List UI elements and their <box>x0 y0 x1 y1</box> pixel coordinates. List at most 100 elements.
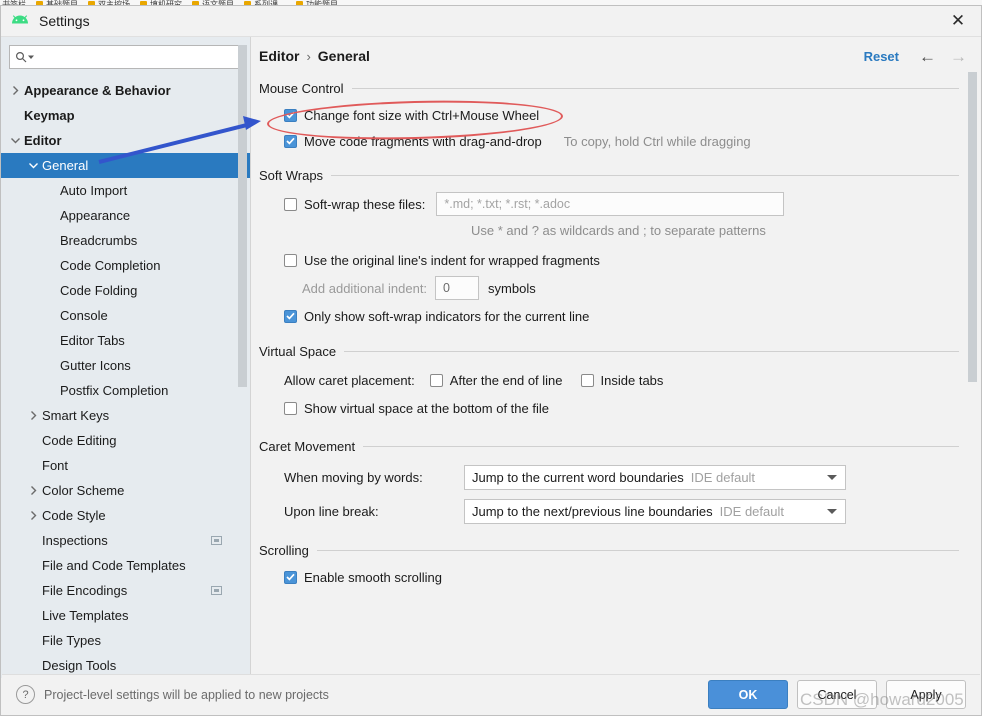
sidebar-item-appearance-behavior[interactable]: Appearance & Behavior <box>1 78 250 103</box>
checkbox-change-font-size[interactable] <box>284 108 297 122</box>
sidebar-item-font[interactable]: Font <box>1 453 250 478</box>
row-upon-line-break: Upon line break: Jump to the next/previo… <box>259 494 959 528</box>
sidebar-item-postfix-completion[interactable]: Postfix Completion <box>1 378 250 403</box>
sidebar-item-editor[interactable]: Editor <box>1 128 250 153</box>
settings-content: Mouse Control Change font size with Ctrl… <box>251 81 981 590</box>
sidebar-item-console[interactable]: Console <box>1 303 250 328</box>
sidebar-item-gutter-icons[interactable]: Gutter Icons <box>1 353 250 378</box>
reset-link[interactable]: Reset <box>864 49 899 64</box>
chevron-down-icon[interactable] <box>27 159 40 172</box>
sidebar-item-label: Editor <box>24 133 62 148</box>
sidebar-item-file-encodings[interactable]: File Encodings <box>1 578 250 603</box>
row-only-show-indicators[interactable]: Only show soft-wrap indicators for the c… <box>259 303 959 329</box>
checkbox-only-show-indicators[interactable] <box>284 309 297 323</box>
sidebar-item-code-style[interactable]: Code Style <box>1 503 250 528</box>
sidebar-item-label: Code Editing <box>42 433 117 448</box>
dialog-footer: ? Project-level settings will be applied… <box>2 674 980 714</box>
chevron-right-icon[interactable] <box>27 509 40 522</box>
back-arrow-icon[interactable]: ← <box>919 48 936 65</box>
sidebar-item-editor-tabs[interactable]: Editor Tabs <box>1 328 250 353</box>
help-icon[interactable]: ? <box>16 685 35 704</box>
dropdown-value: Jump to the next/previous line boundarie… <box>472 503 713 519</box>
row-soft-wrap-files[interactable]: Soft-wrap these files: *.md; *.txt; *.rs… <box>259 189 959 219</box>
detail-scrollbar-thumb[interactable] <box>968 72 977 382</box>
sidebar-item-label: Live Templates <box>42 608 129 623</box>
ok-button[interactable]: OK <box>708 680 788 709</box>
search-box[interactable] <box>9 45 242 69</box>
checkbox-after-end-of-line[interactable] <box>429 373 443 387</box>
android-studio-icon <box>11 14 29 28</box>
row-original-indent[interactable]: Use the original line's indent for wrapp… <box>259 247 959 273</box>
sidebar-item-label: File Types <box>42 633 102 648</box>
add-indent-input[interactable]: 0 <box>435 276 480 300</box>
sidebar-item-breadcrumbs[interactable]: Breadcrumbs <box>1 228 250 253</box>
checkbox-inside-tabs[interactable] <box>580 373 594 387</box>
breadcrumb-editor[interactable]: Editor <box>259 48 299 64</box>
sidebar-item-smart-keys[interactable]: Smart Keys <box>1 403 250 428</box>
sidebar-scrollbar-thumb[interactable] <box>238 45 247 387</box>
row-add-indent[interactable]: Add additional indent: 0 symbols <box>259 273 959 303</box>
sidebar-item-keymap[interactable]: Keymap <box>1 103 250 128</box>
sidebar-item-color-scheme[interactable]: Color Scheme <box>1 478 250 503</box>
row-smooth-scrolling[interactable]: Enable smooth scrolling <box>259 564 959 590</box>
sidebar-item-live-templates[interactable]: Live Templates <box>1 603 250 628</box>
sidebar-item-label: Font <box>42 458 69 473</box>
sidebar-item-inspections[interactable]: Inspections <box>1 528 250 553</box>
footer-note: Project-level settings will be applied t… <box>44 687 329 702</box>
sidebar-item-label: General <box>42 158 89 173</box>
settings-detail-pane: Editor › General Reset ← → Mouse Control <box>251 37 981 678</box>
checkbox-original-indent[interactable] <box>284 253 297 267</box>
sidebar-item-auto-import[interactable]: Auto Import <box>1 178 250 203</box>
checkbox-smooth-scrolling[interactable] <box>284 570 297 584</box>
label-add-indent: Add additional indent: <box>302 280 428 296</box>
checkbox-soft-wrap-files[interactable] <box>284 197 297 211</box>
row-change-font-size[interactable]: Change font size with Ctrl+Mouse Wheel <box>259 102 959 128</box>
dropdown-upon-line-break[interactable]: Jump to the next/previous line boundarie… <box>464 498 846 524</box>
apply-button[interactable]: Apply <box>886 680 966 709</box>
sidebar-item-label: Keymap <box>24 108 75 123</box>
cancel-button[interactable]: Cancel <box>797 680 877 709</box>
chevron-right-icon[interactable] <box>9 84 22 97</box>
label-soft-wrap-files: Soft-wrap these files: <box>304 196 426 212</box>
sidebar-item-file-and-code-templates[interactable]: File and Code Templates <box>1 553 250 578</box>
hint-wildcards: Use * and ? as wildcards and ; to separa… <box>471 222 766 238</box>
project-level-icon <box>211 586 222 595</box>
sidebar-item-label: Auto Import <box>60 183 128 198</box>
sidebar-item-code-editing[interactable]: Code Editing <box>1 428 250 453</box>
checkbox-show-virtual-space[interactable] <box>284 401 297 415</box>
chevron-right-icon[interactable] <box>27 409 40 422</box>
chevron-down-icon <box>827 474 837 480</box>
soft-wrap-patterns-input[interactable]: *.md; *.txt; *.rst; *.adoc <box>436 192 785 216</box>
row-show-virtual-space[interactable]: Show virtual space at the bottom of the … <box>259 395 959 421</box>
checkbox-move-fragments[interactable] <box>284 134 297 148</box>
settings-sidebar: Appearance & Behavior Keymap Editor General… <box>1 37 251 678</box>
breadcrumb-general: General <box>317 48 370 64</box>
dropdown-default-tag: IDE default <box>690 469 756 485</box>
section-scrolling: Scrolling Enable smooth scrolling <box>259 543 959 590</box>
chevron-down-icon[interactable] <box>9 134 22 147</box>
row-wildcard-hint: Use * and ? as wildcards and ; to separa… <box>259 219 959 241</box>
row-move-fragments[interactable]: Move code fragments with drag-and-drop T… <box>259 128 959 154</box>
section-label: Soft Wraps <box>259 168 324 183</box>
sidebar-item-label: Smart Keys <box>42 408 110 423</box>
chevron-right-icon[interactable] <box>27 484 40 497</box>
sidebar-item-file-types[interactable]: File Types <box>1 628 250 653</box>
section-title-scrolling: Scrolling <box>259 543 959 558</box>
label-show-virtual-space: Show virtual space at the bottom of the … <box>304 400 549 416</box>
search-input[interactable] <box>38 50 236 64</box>
sidebar-item-appearance[interactable]: Appearance <box>1 203 250 228</box>
close-icon[interactable]: ✕ <box>935 6 981 36</box>
sidebar-item-code-completion[interactable]: Code Completion <box>1 253 250 278</box>
dialog-body: Appearance & Behavior Keymap Editor General… <box>1 37 981 678</box>
section-divider <box>331 175 959 176</box>
section-divider <box>363 446 959 447</box>
settings-tree[interactable]: Appearance & Behavior Keymap Editor General… <box>1 78 250 678</box>
section-mouse-control: Mouse Control Change font size with Ctrl… <box>259 81 959 154</box>
sidebar-item-general[interactable]: General <box>1 153 250 178</box>
dropdown-when-moving-by-words[interactable]: Jump to the current word boundaries IDE … <box>464 464 846 490</box>
chevron-down-icon <box>827 508 837 514</box>
section-title-caret-movement: Caret Movement <box>259 439 959 454</box>
forward-arrow-icon: → <box>950 46 967 66</box>
sidebar-item-code-folding[interactable]: Code Folding <box>1 278 250 303</box>
sidebar-item-label: File and Code Templates <box>42 558 186 573</box>
